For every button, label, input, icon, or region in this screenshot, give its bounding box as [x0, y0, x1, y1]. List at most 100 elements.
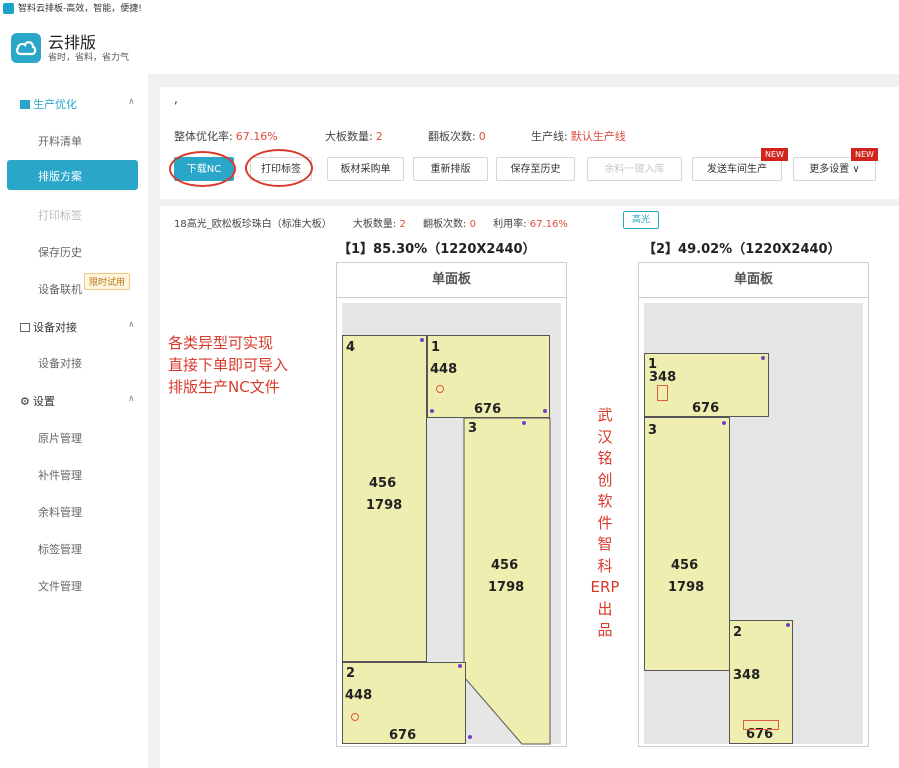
sidebar-item-cut-list[interactable]: 开料清单: [38, 133, 82, 149]
window-title: 智料云排板-高效，智能，便捷!: [18, 4, 142, 14]
sidebar-group-label: 设置: [32, 395, 55, 408]
annotation-char: ERP: [590, 578, 620, 596]
part-width: 676: [692, 401, 720, 416]
sidebar-item-label: 排版方案: [38, 170, 82, 183]
sidebar-item-sheet-mgmt[interactable]: 原片管理: [38, 430, 82, 446]
sidebar-item-file-mgmt[interactable]: 文件管理: [38, 578, 82, 594]
annotation-line: 排版生产NC文件: [168, 378, 280, 396]
part-height: 1798: [366, 498, 403, 513]
part-id: 2: [733, 625, 743, 640]
stat-label: 翻板次数:: [428, 130, 476, 143]
overall-rate-stat: 整体优化率: 67.16%: [174, 128, 278, 144]
annotation-char: 铭: [597, 449, 613, 467]
highlight-filter-button[interactable]: 高光: [623, 211, 659, 229]
stat-label: 生产线:: [531, 130, 568, 143]
annotation-left: 各类异型可实现 直接下单即可导入 排版生产NC文件: [168, 332, 288, 398]
sidebar-item-layout-plan[interactable]: 排版方案: [7, 160, 138, 190]
plan-info-line: 18高光_欧松板珍珠白（标准大板） 大板数量: 2 翻板次数: 0 利用率: 6…: [174, 215, 568, 230]
cloud-logo-icon: [11, 33, 41, 63]
part-height: 1798: [668, 580, 705, 595]
sidebar-item-print-labels[interactable]: 打印标签: [38, 207, 82, 223]
board-side-header: 单面板: [639, 263, 868, 298]
stat-label: 整体优化率:: [174, 130, 233, 143]
sidebar-group-label: 生产优化: [33, 98, 77, 111]
drill-point: [722, 421, 726, 425]
part-height: 1798: [488, 580, 525, 595]
new-badge: NEW: [851, 148, 878, 161]
stat-value: 0: [478, 130, 486, 143]
annotation-char: 科: [597, 556, 613, 575]
collapse-caret-icon[interactable]: ∧: [128, 394, 135, 404]
drill-point: [761, 356, 765, 360]
part-3[interactable]: [644, 417, 730, 671]
hole-mark: [657, 385, 668, 401]
drill-point: [458, 664, 462, 668]
hole-mark: [743, 720, 779, 730]
annotation-char: 软: [597, 492, 613, 510]
drill-point: [543, 409, 547, 413]
sidebar-item-remnant-mgmt[interactable]: 余料管理: [38, 504, 82, 520]
part-id: 1: [431, 340, 441, 355]
drill-point: [430, 409, 434, 413]
part-id: 3: [468, 421, 478, 436]
remnant-stock-button[interactable]: 余料一键入库: [587, 157, 682, 181]
part-width: 676: [389, 728, 417, 743]
annotation-line: 直接下单即可导入: [168, 356, 289, 374]
more-settings-label: 更多设置: [809, 164, 850, 175]
flip-count-stat: 翻板次数: 0: [428, 128, 486, 144]
drill-point: [522, 421, 526, 425]
stat-value: 0: [469, 219, 476, 230]
stat-label: 翻板次数:: [423, 219, 467, 230]
app-slogan: 省时，省料，省力气: [48, 53, 130, 63]
app-header: [0, 18, 899, 74]
annotation-char: 件: [597, 513, 613, 532]
new-badge: NEW: [761, 148, 788, 161]
part-width: 456: [491, 558, 519, 573]
relayout-button[interactable]: 重新排版: [413, 157, 488, 181]
sidebar-item-save-history[interactable]: 保存历史: [38, 244, 82, 260]
collapse-caret-icon[interactable]: ∧: [128, 97, 135, 107]
part-id: 3: [648, 423, 658, 438]
summary-comma: ,: [174, 92, 178, 106]
annotation-char: 品: [597, 621, 613, 639]
sidebar-group-settings[interactable]: ⚙ 设置: [20, 393, 55, 409]
annotation-char: 武: [597, 406, 613, 424]
board-count-stat: 大板数量: 2: [325, 128, 383, 144]
sidebar-group-production[interactable]: 生产优化: [20, 96, 77, 112]
annotation-char: 智: [597, 535, 613, 553]
drill-point: [468, 735, 472, 739]
stat-value: 2: [399, 219, 406, 230]
stat-value: 67.16%: [529, 219, 568, 230]
annotation-char: 创: [597, 470, 613, 489]
board-title: 【1】85.30%（1220X2440）: [338, 242, 536, 257]
sidebar-item-patch-mgmt[interactable]: 补件管理: [38, 467, 82, 483]
stat-label: 大板数量:: [325, 130, 373, 143]
annotation-char: 汉: [597, 427, 613, 446]
hole-mark: [351, 713, 359, 721]
part-height: 348: [733, 668, 761, 683]
sidebar-item-device-connect[interactable]: 设备对接: [38, 355, 82, 371]
part-height: 448: [345, 688, 373, 703]
sidebar-item-label-mgmt[interactable]: 标签管理: [38, 541, 82, 557]
gear-icon: ⚙: [20, 395, 30, 408]
chevron-down-icon: ∨: [852, 164, 860, 175]
board-panel: 单面板 4 456 1798 1 448 676 3 456 1798 2 44…: [336, 262, 567, 747]
part-width: 456: [369, 476, 397, 491]
annotation-char: 出: [597, 599, 613, 618]
device-icon: [20, 323, 30, 332]
app-window-icon: [3, 3, 14, 14]
stat-value: 默认生产线: [570, 130, 626, 143]
material-name: 18高光_欧松板珍珠白（标准大板）: [174, 219, 332, 230]
collapse-caret-icon[interactable]: ∧: [128, 320, 135, 330]
drill-point: [420, 338, 424, 342]
stat-label: 大板数量:: [352, 219, 397, 230]
production-icon: [20, 100, 30, 109]
material-list-button[interactable]: 板材采购单: [327, 157, 404, 181]
annotation-line: 各类异型可实现: [168, 334, 274, 352]
sidebar-group-device[interactable]: 设备对接: [20, 319, 77, 335]
sidebar-item-device-online[interactable]: 设备联机: [38, 281, 82, 297]
stat-value: 2: [375, 130, 383, 143]
save-history-button[interactable]: 保存至历史: [496, 157, 575, 181]
hole-mark: [436, 385, 444, 393]
part-width: 676: [474, 402, 502, 417]
